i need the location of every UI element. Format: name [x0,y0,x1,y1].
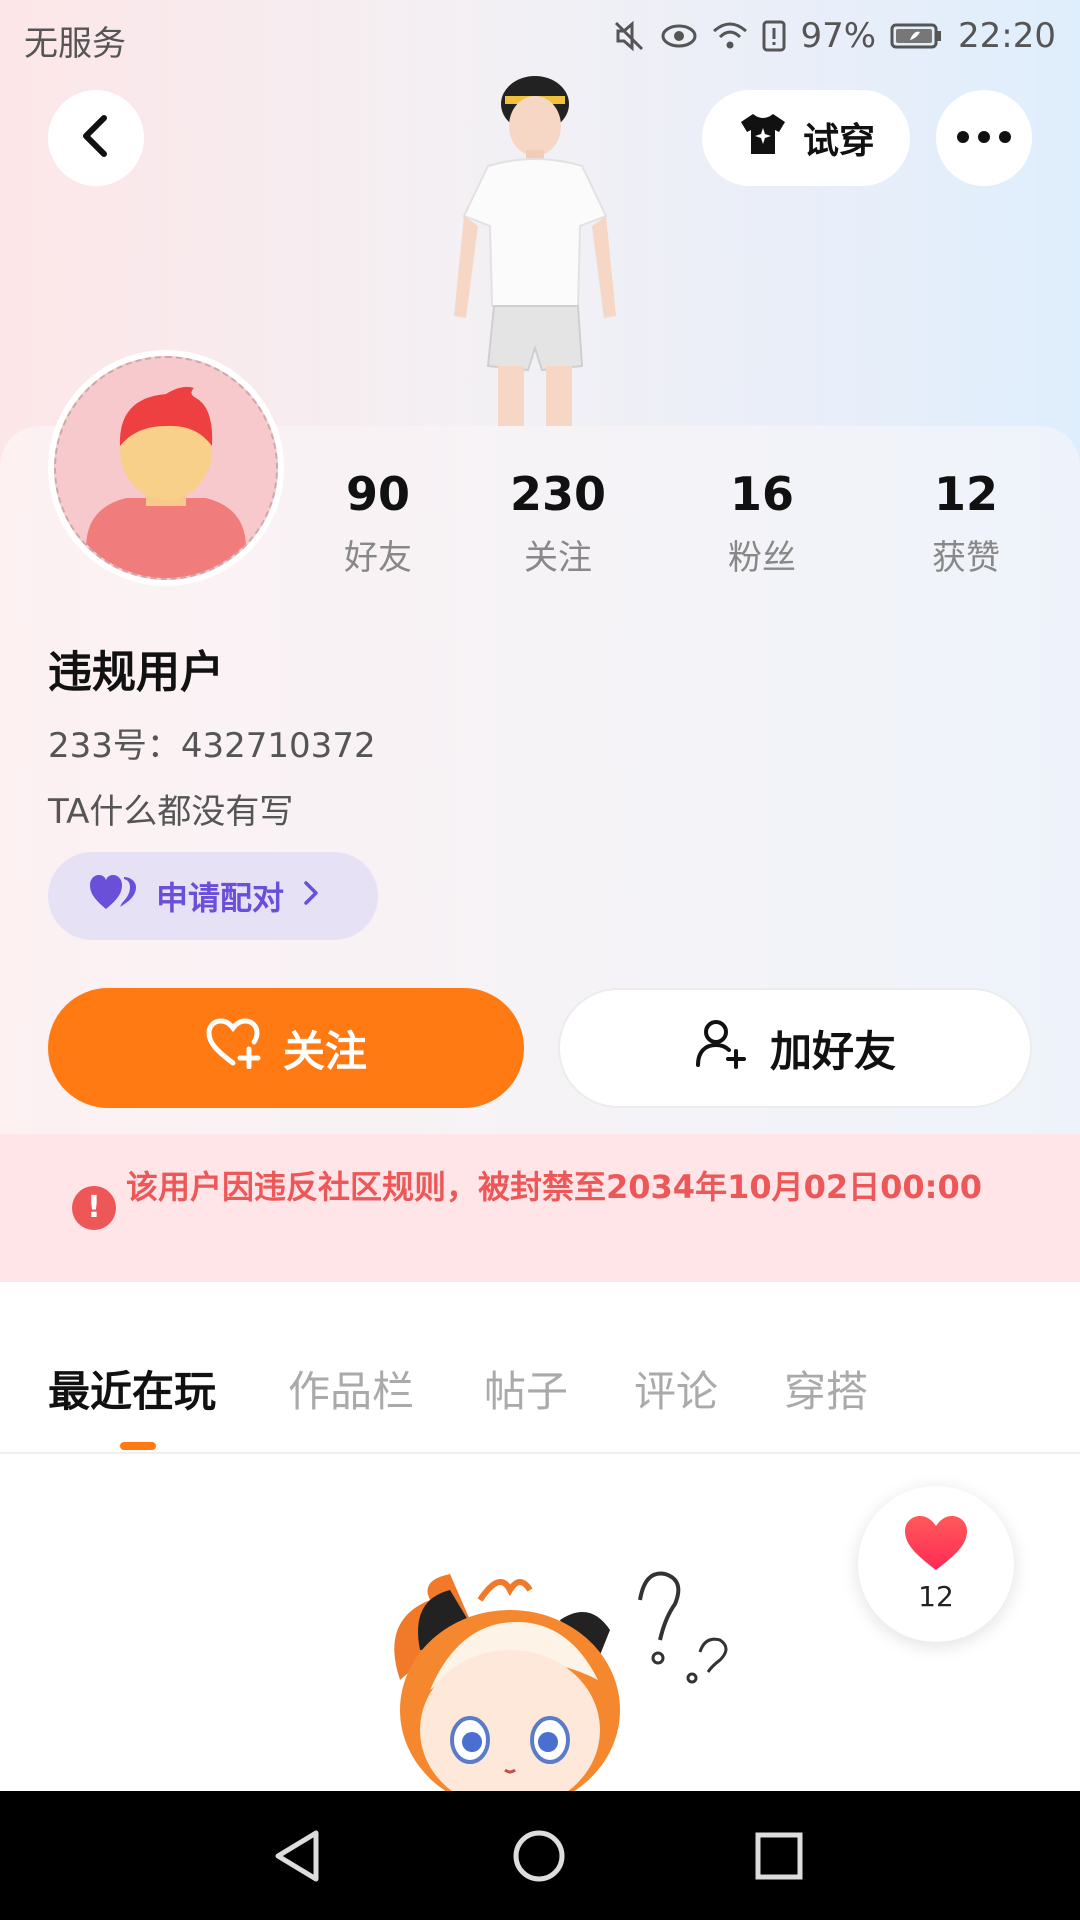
tab-comments[interactable]: 评论 [634,1358,718,1419]
status-bar: 无服务 97% 22:20 [0,0,1080,76]
like-badge[interactable]: 12 [858,1486,1014,1642]
chevron-right-icon [302,877,320,915]
request-pair-button[interactable]: 申请配对 [48,852,378,940]
heart-add-icon [205,1017,263,1079]
tshirt-sparkle-icon [737,110,789,167]
chevron-left-icon [78,114,114,162]
tab-works[interactable]: 作品栏 [288,1358,414,1419]
stat-value: 16 [729,467,794,521]
stat-label: 好友 [344,538,412,578]
add-friend-button[interactable]: 加好友 [558,988,1032,1108]
tab-outfits[interactable]: 穿搭 [784,1358,868,1419]
stat-label: 关注 [524,538,592,578]
tabs-divider [0,1452,1080,1454]
ban-notice-text: 该用户因违反社区规则，被封禁至2034年10月02日00:00 [126,1168,982,1206]
nav-home-button[interactable] [504,1821,574,1891]
stat-following[interactable]: 230 关注 [478,466,638,579]
request-pair-label: 申请配对 [156,879,285,917]
user-add-icon [694,1017,746,1079]
stat-fans[interactable]: 16 粉丝 [682,466,842,579]
battery-icon [890,22,944,50]
triangle-back-icon [264,1830,334,1895]
more-dots-icon [956,129,1012,148]
square-recents-icon [744,1832,814,1895]
stat-value: 90 [345,467,410,521]
username: 违规用户 [48,647,224,698]
eye-comfort-icon [660,21,698,51]
tab-recently-played[interactable]: 最近在玩 [48,1358,216,1419]
sim-alert-icon [762,20,786,52]
battery-percent: 97% [800,16,877,56]
clock-text: 22:20 [958,16,1056,56]
circle-home-icon [504,1830,574,1895]
active-tab-indicator [120,1442,156,1450]
status-icons: 97% 22:20 [612,16,1056,56]
try-on-button[interactable]: 试穿 [702,90,910,186]
tab-posts[interactable]: 帖子 [484,1358,568,1419]
stat-likes[interactable]: 12 获赞 [886,466,1046,579]
hearts-icon [88,873,138,919]
mute-icon [612,19,646,53]
like-count: 12 [918,1580,954,1613]
stat-label: 粉丝 [728,538,796,578]
heart-icon [858,1486,1014,1578]
empty-state-mascot [360,1560,760,1791]
add-friend-label: 加好友 [769,1026,896,1076]
stat-value: 230 [509,467,607,521]
follow-button[interactable]: 关注 [48,988,524,1108]
follow-label: 关注 [282,1026,367,1076]
stat-value: 12 [933,467,998,521]
back-button[interactable] [48,90,144,186]
ban-notice-banner: ! 该用户因违反社区规则，被封禁至2034年10月02日00:00 [0,1134,1080,1282]
avatar-3d-figure[interactable] [410,66,660,426]
nav-recents-button[interactable] [744,1821,814,1891]
nav-back-button[interactable] [264,1821,334,1891]
try-on-label: 试穿 [802,121,875,162]
carrier-text: 无服务 [24,24,126,64]
user-bio: TA什么都没有写 [48,792,294,832]
stat-friends[interactable]: 90 好友 [298,466,458,579]
more-button[interactable] [936,90,1032,186]
profile-stats: 90 好友 230 关注 16 粉丝 12 获赞 [0,466,1080,586]
alert-icon: ! [72,1186,116,1230]
system-nav-bar [0,1791,1080,1920]
user-id: 233号：432710372 [48,726,376,766]
stat-label: 获赞 [932,538,1000,578]
wifi-icon [712,21,748,51]
